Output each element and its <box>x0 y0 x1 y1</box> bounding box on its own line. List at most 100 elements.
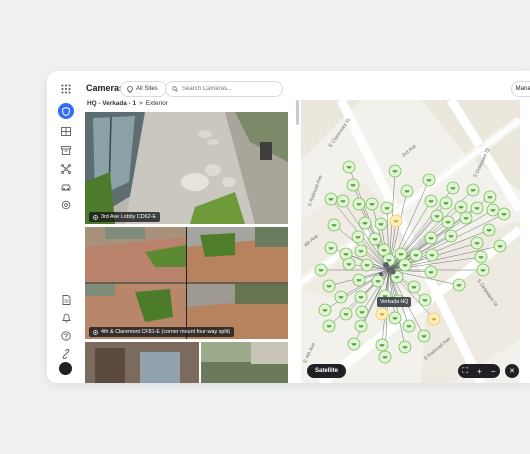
breadcrumb-site[interactable]: HQ - Verkada - 1 <box>87 100 136 107</box>
zoom-out-button[interactable]: − <box>491 367 496 376</box>
apps-grid-icon[interactable] <box>59 82 73 96</box>
camera-marker[interactable] <box>483 190 497 204</box>
camera-marker[interactable] <box>474 250 488 264</box>
camera-marker[interactable] <box>358 216 372 230</box>
manage-sites-button[interactable]: Manage Sites <box>511 81 530 97</box>
camera-marker[interactable] <box>368 232 382 246</box>
camera-marker[interactable] <box>424 231 438 245</box>
camera-marker[interactable] <box>424 265 438 279</box>
camera-marker[interactable] <box>398 340 412 354</box>
camera-marker[interactable] <box>430 209 444 223</box>
fullscreen-icon[interactable]: ⛶ <box>463 366 469 376</box>
camera-marker[interactable] <box>354 290 368 304</box>
site-marker-label[interactable]: Verkada HQ <box>377 297 412 307</box>
archive-icon[interactable] <box>59 143 73 157</box>
camera-marker[interactable] <box>444 229 458 243</box>
camera-marker[interactable] <box>497 207 511 221</box>
camera-marker[interactable] <box>352 197 366 211</box>
camera-marker[interactable] <box>400 184 414 198</box>
camera-marker[interactable] <box>318 303 332 317</box>
camera-marker[interactable] <box>365 197 379 211</box>
camera-marker[interactable] <box>378 350 392 364</box>
camera-marker[interactable] <box>336 194 350 208</box>
camera-marker[interactable] <box>454 200 468 214</box>
camera-marker[interactable] <box>482 223 496 237</box>
camera-marker[interactable] <box>422 173 436 187</box>
grid-icon[interactable] <box>59 124 73 138</box>
zoom-in-button[interactable]: + <box>477 367 482 376</box>
location-pin-icon <box>127 85 133 93</box>
camera-marker[interactable] <box>352 273 366 287</box>
camera-marker[interactable] <box>354 319 368 333</box>
camera-marker[interactable] <box>346 178 360 192</box>
settings-icon[interactable] <box>59 198 73 212</box>
bell-icon[interactable] <box>59 311 73 325</box>
camera-marker[interactable] <box>360 258 374 272</box>
camera-marker[interactable] <box>374 217 388 231</box>
all-sites-button[interactable]: All Sites <box>120 81 167 97</box>
feed-scrollbar[interactable] <box>296 100 299 125</box>
camera-marker[interactable] <box>334 290 348 304</box>
camera-marker[interactable] <box>470 201 484 215</box>
camera-marker[interactable] <box>354 244 368 258</box>
camera-marker[interactable] <box>322 319 336 333</box>
camera-marker-warning[interactable] <box>427 312 441 326</box>
camera-marker[interactable] <box>417 329 431 343</box>
shield-icon[interactable] <box>58 103 74 119</box>
camera-marker[interactable] <box>324 192 338 206</box>
camera-marker[interactable] <box>342 257 356 271</box>
camera-marker[interactable] <box>327 218 341 232</box>
camera-marker[interactable] <box>470 236 484 250</box>
camera-marker[interactable] <box>342 160 356 174</box>
camera-marker[interactable] <box>322 279 336 293</box>
camera-marker[interactable] <box>339 307 353 321</box>
document-icon[interactable] <box>59 293 73 307</box>
camera-marker[interactable] <box>409 248 423 262</box>
camera-marker[interactable] <box>439 196 453 210</box>
search-input[interactable] <box>182 86 272 92</box>
camera-marker[interactable] <box>398 258 412 272</box>
network-icon[interactable] <box>59 162 73 176</box>
all-sites-label: All Sites <box>136 86 158 92</box>
camera-marker[interactable] <box>380 201 394 215</box>
camera-marker[interactable] <box>371 274 385 288</box>
camera-marker[interactable] <box>375 338 389 352</box>
camera-marker[interactable] <box>486 203 500 217</box>
camera-marker[interactable] <box>441 215 455 229</box>
close-map-button[interactable]: ✕ <box>505 364 519 378</box>
camera-status-icon <box>93 329 98 335</box>
avatar[interactable] <box>59 362 72 375</box>
breadcrumb-area[interactable]: Exterior <box>146 100 168 107</box>
satellite-toggle[interactable]: Satellite <box>307 364 347 378</box>
camera-marker[interactable] <box>466 183 480 197</box>
camera-marker[interactable] <box>402 319 416 333</box>
camera-marker[interactable] <box>452 278 466 292</box>
camera-feed-tile[interactable]: 3rd Ave Lobby CD62-E <box>85 112 288 224</box>
camera-marker[interactable] <box>394 247 408 261</box>
camera-marker[interactable] <box>459 211 473 225</box>
camera-marker[interactable] <box>418 293 432 307</box>
camera-marker[interactable] <box>424 194 438 208</box>
camera-marker-warning[interactable] <box>389 214 403 228</box>
help-icon[interactable] <box>59 329 73 343</box>
camera-marker[interactable] <box>324 241 338 255</box>
camera-marker[interactable] <box>314 263 328 277</box>
camera-feed-tile[interactable]: 4th & Claremont CF81-E (corner mount fou… <box>85 227 288 339</box>
camera-marker[interactable] <box>493 239 507 253</box>
camera-marker[interactable] <box>355 305 369 319</box>
camera-marker[interactable] <box>446 181 460 195</box>
search-box[interactable] <box>165 81 283 97</box>
camera-marker[interactable] <box>407 280 421 294</box>
camera-feed-tile[interactable] <box>85 342 199 383</box>
camera-marker[interactable] <box>351 230 365 244</box>
camera-marker[interactable] <box>347 337 361 351</box>
camera-marker[interactable] <box>388 164 402 178</box>
camera-marker[interactable] <box>476 263 490 277</box>
camera-marker[interactable] <box>425 248 439 262</box>
site-map[interactable]: E Claremont St 3rd Ave S Delaware St S R… <box>301 100 520 383</box>
car-icon[interactable] <box>59 180 73 194</box>
camera-marker[interactable] <box>388 311 402 325</box>
link-icon[interactable] <box>59 347 73 361</box>
camera-feed-tile[interactable] <box>201 342 288 383</box>
camera-marker-warning[interactable] <box>375 307 389 321</box>
